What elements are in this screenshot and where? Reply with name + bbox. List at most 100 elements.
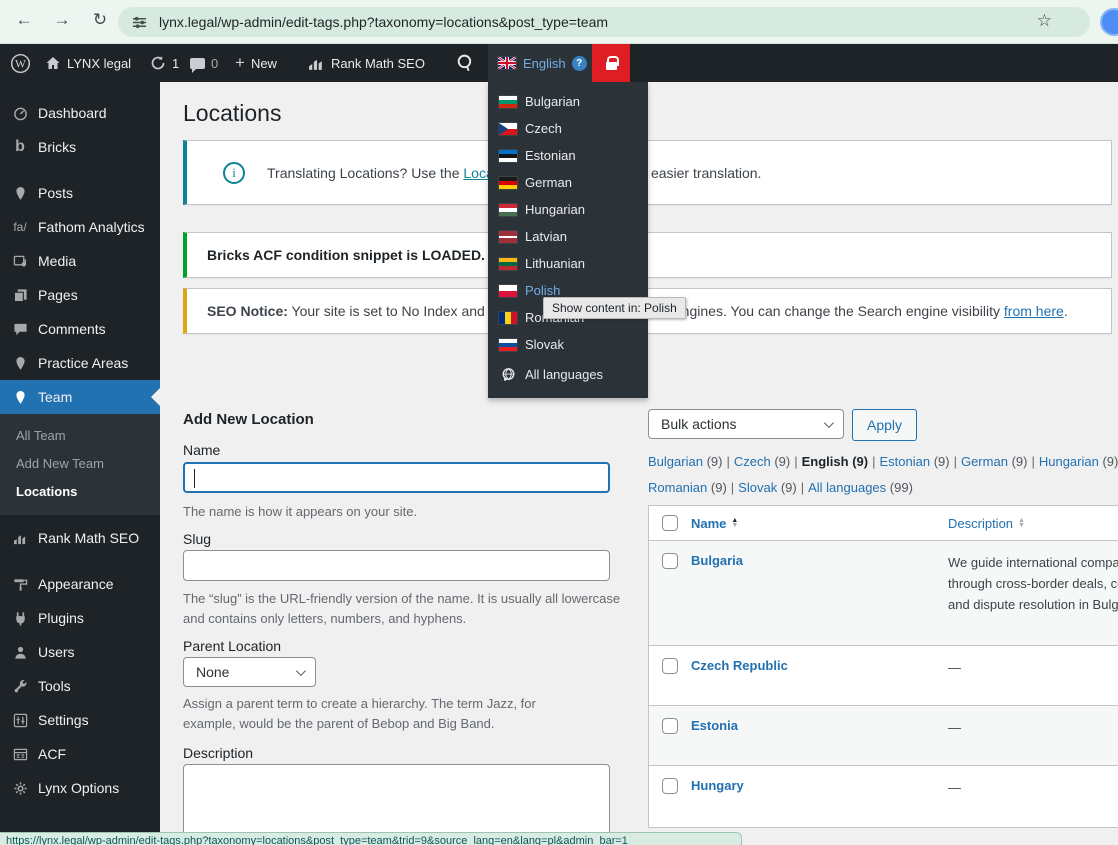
filter-slovak[interactable]: Slovak <box>738 480 777 495</box>
lang-item-estonian[interactable]: Estonian <box>488 142 648 169</box>
sidebar-label: Lynx Options <box>38 780 120 796</box>
filter-hungarian[interactable]: Hungarian <box>1039 454 1099 469</box>
tools-icon <box>10 679 30 694</box>
updates-count: 1 <box>172 55 180 71</box>
row-checkbox[interactable] <box>662 778 678 794</box>
flag-german-icon <box>499 176 517 189</box>
sidebar-item-media[interactable]: Media <box>0 244 160 278</box>
filter-czech[interactable]: Czech <box>734 454 771 469</box>
sidebar-item-team[interactable]: Team <box>0 380 160 414</box>
select-all-checkbox[interactable] <box>662 515 678 531</box>
slug-help-text: The “slug” is the URL-friendly version o… <box>183 591 621 627</box>
form-heading: Add New Location <box>183 411 314 428</box>
lock-icon <box>605 56 619 70</box>
bookmark-star-icon[interactable]: ☆ <box>1037 11 1052 31</box>
lang-item-latvian[interactable]: Latvian <box>488 223 648 250</box>
sidebar-item-users[interactable]: Users <box>0 635 160 669</box>
lang-item-czech[interactable]: Czech <box>488 115 648 142</box>
sidebar-item-lynx-options[interactable]: Lynx Options <box>0 771 160 805</box>
lang-item-lithuanian[interactable]: Lithuanian <box>488 250 648 277</box>
apply-button[interactable]: Apply <box>852 409 918 441</box>
chevron-down-icon <box>823 417 834 428</box>
url-text[interactable]: lynx.legal/wp-admin/edit-tags.php?taxono… <box>159 14 608 30</box>
lock-button[interactable] <box>592 44 630 82</box>
forward-icon[interactable]: → <box>50 10 74 30</box>
name-input[interactable] <box>183 462 610 493</box>
flag-english-icon <box>498 57 516 69</box>
sidebar-item-add-new-team[interactable]: Add New Team <box>0 449 160 477</box>
gear-icon <box>10 781 30 796</box>
sidebar-item-fathom-analytics[interactable]: fa/ Fathom Analytics <box>0 210 160 244</box>
search-icon[interactable] <box>455 44 476 82</box>
description-textarea[interactable] <box>183 764 610 836</box>
sidebar-item-comments[interactable]: Comments <box>0 312 160 346</box>
term-name-link[interactable]: Hungary <box>691 778 744 793</box>
wordpress-logo-icon[interactable]: W <box>10 44 31 82</box>
sidebar-item-all-team[interactable]: All Team <box>0 421 160 449</box>
address-bar[interactable]: lynx.legal/wp-admin/edit-tags.php?taxono… <box>118 7 1090 37</box>
sidebar-item-tools[interactable]: Tools <box>0 669 160 703</box>
row-checkbox[interactable] <box>662 658 678 674</box>
language-switcher-menu[interactable]: English ? <box>488 44 592 82</box>
term-name-link[interactable]: Estonia <box>691 718 738 733</box>
sidebar-item-pages[interactable]: Pages <box>0 278 160 312</box>
from-here-link[interactable]: from here <box>1004 303 1064 319</box>
site-settings-icon[interactable] <box>132 15 147 30</box>
sidebar-item-locations[interactable]: Locations <box>0 477 160 505</box>
name-column-header[interactable]: Name <box>691 516 726 531</box>
slug-input[interactable] <box>183 550 610 581</box>
sidebar-item-posts[interactable]: Posts <box>0 176 160 210</box>
lang-label: Slovak <box>525 337 565 352</box>
sidebar-label: Fathom Analytics <box>38 219 145 235</box>
new-label: New <box>250 55 277 71</box>
back-icon[interactable]: ← <box>12 10 36 30</box>
bulk-actions-select[interactable]: Bulk actions <box>648 409 844 439</box>
sidebar-item-rank-math-seo[interactable]: Rank Math SEO <box>0 521 160 555</box>
sidebar-item-dashboard[interactable]: Dashboard <box>0 96 160 130</box>
svg-text:W: W <box>15 58 26 70</box>
users-icon <box>10 645 30 660</box>
filter-all-languages[interactable]: All languages <box>808 480 886 495</box>
plus-icon: + <box>235 53 245 72</box>
help-badge-icon[interactable]: ? <box>571 55 587 71</box>
filter-romanian[interactable]: Romanian <box>648 480 707 495</box>
lang-label: Estonian <box>525 148 576 163</box>
filter-bulgarian[interactable]: Bulgarian <box>648 454 703 469</box>
sidebar-item-bricks[interactable]: b Bricks <box>0 130 160 164</box>
sidebar-item-acf[interactable]: ACF <box>0 737 160 771</box>
description-column-header[interactable]: Description <box>948 516 1013 531</box>
team-submenu: All Team Add New Team Locations <box>0 414 160 515</box>
wordpress-admin-screen: ← → ↻ lynx.legal/wp-admin/edit-tags.php?… <box>0 0 1118 845</box>
lang-item-hungarian[interactable]: Hungarian <box>488 196 648 223</box>
filter-count: (99) <box>889 480 913 495</box>
sidebar-item-appearance[interactable]: Appearance <box>0 567 160 601</box>
filter-estonian[interactable]: Estonian <box>879 454 930 469</box>
term-name-link[interactable]: Bulgaria <box>691 553 743 568</box>
rank-math-menu[interactable]: Rank Math SEO <box>308 44 425 82</box>
sidebar-item-plugins[interactable]: Plugins <box>0 601 160 635</box>
parent-location-select[interactable]: None <box>183 657 316 687</box>
filter-german[interactable]: German <box>961 454 1008 469</box>
flag-czech-icon <box>499 122 517 135</box>
lang-item-bulgarian[interactable]: Bulgarian <box>488 88 648 115</box>
row-checkbox[interactable] <box>662 718 678 734</box>
sidebar-item-settings[interactable]: Settings <box>0 703 160 737</box>
flag-bulgarian-icon <box>499 95 517 108</box>
updates-menu[interactable]: 1 <box>150 44 179 82</box>
lang-item-slovak[interactable]: Slovak <box>488 331 648 358</box>
visit-site-menu[interactable]: LYNX legal <box>45 44 131 82</box>
term-name-link[interactable]: Czech Republic <box>691 658 788 673</box>
reload-icon[interactable]: ↻ <box>88 10 112 30</box>
sidebar-label: Settings <box>38 712 89 728</box>
lang-item-german[interactable]: German <box>488 169 648 196</box>
new-content-menu[interactable]: + New <box>235 44 277 82</box>
filter-count: (9) <box>933 454 950 469</box>
browser-profile-avatar[interactable] <box>1100 8 1118 36</box>
lang-item-all-languages[interactable]: All languages <box>488 361 648 388</box>
sidebar-item-practice-areas[interactable]: Practice Areas <box>0 346 160 380</box>
comments-menu[interactable]: 0 <box>190 44 218 82</box>
row-checkbox[interactable] <box>662 553 678 569</box>
flag-hungarian-icon <box>499 203 517 216</box>
table-row: Hungary — <box>649 766 1118 828</box>
page-title: Locations <box>183 100 282 126</box>
